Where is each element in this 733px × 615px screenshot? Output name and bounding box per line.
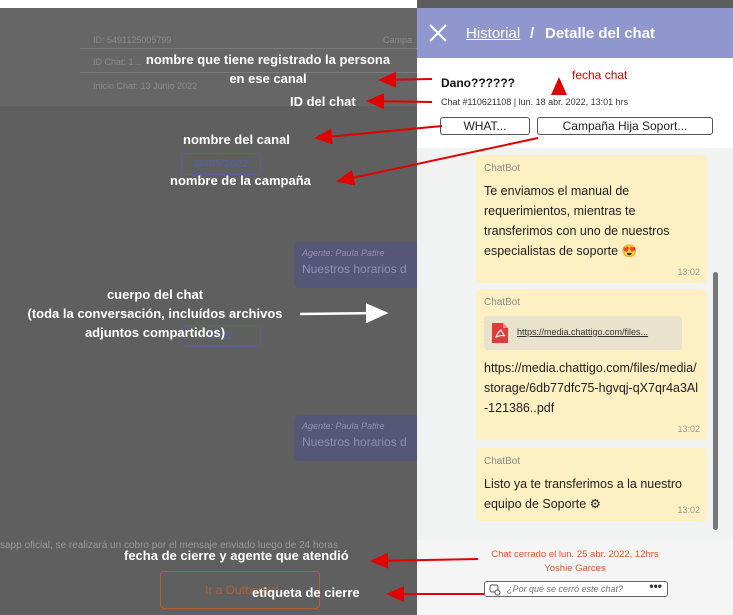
campaign-tag-button[interactable]: Campaña Hija Soport... [537,117,713,135]
annotation-chat-id: ID del chat [290,94,356,109]
message-text: Te enviamos el manual de requerimientos,… [484,184,670,258]
panel-header: Historial / Detalle del chat [417,8,733,58]
annotation-body: cuerpo del chat (toda la conversación, i… [27,287,283,340]
annotation-campaign: nombre de la campaña [170,173,311,188]
message-sender: ChatBot [484,297,521,308]
message-time: 13:02 [677,424,700,434]
message-bubble: ChatBot https://media.chattigo.com/files… [476,289,707,440]
file-attachment[interactable]: https://media.chattigo.com/files... [484,316,682,350]
bg-agent-bubble: Agente: Paula Patire Nuestros horarios d [294,242,417,288]
bg-bubble-text: Nuestros horarios d [302,435,407,449]
close-icon[interactable] [428,23,448,43]
pdf-file-icon [492,323,508,343]
message-time: 13:02 [677,505,700,515]
annotation-chat-date: fecha chat [572,68,628,82]
message-bubble: ChatBot Te enviamos el manual de requeri… [476,155,707,283]
messages-scrollbar[interactable] [713,272,718,530]
closing-tag-field[interactable]: ••• [484,579,668,597]
chat-id-and-date: Chat #110621108 | lun. 18 abr. 2022, 13:… [441,97,629,107]
contact-name: Dano?????? [441,76,515,90]
file-attachment-link[interactable]: https://media.chattigo.com/files... [517,327,648,337]
message-sender: ChatBot [484,456,521,467]
bg-meta-chat-id: ID Chat: 1... [93,57,142,67]
closing-tag-input[interactable] [507,583,637,595]
annotation-channel: nombre del canal [183,132,290,147]
annotation-close-tag: etiqueta de cierre [252,585,360,600]
breadcrumb-historial-link[interactable]: Historial [466,25,520,42]
page-title: Detalle del chat [545,25,656,42]
breadcrumb-separator: / [530,25,535,42]
message-text: Listo ya te transferimos a la nuestro eq… [484,477,683,511]
chat-closing-info: Chat cerrado el lun. 25 abr. 2022, 12hrs… [417,540,733,615]
message-text: https://media.chattigo.com/files/media/s… [484,361,699,415]
bg-bubble-agent: Agente: Paula Patire [302,248,385,258]
bg-bubble-text: Nuestros horarios d [302,262,407,276]
chat-detail-panel: Historial / Detalle del chat Dano?????? … [417,8,733,615]
bg-meta-campaign: Campa [383,35,413,45]
more-options-icon[interactable]: ••• [649,579,662,593]
bg-agent-bubble: Agente: Paula Patire Nuestros horarios d [294,415,417,461]
message-sender: ChatBot [484,163,521,174]
bg-divider [80,48,417,49]
message-bubble: ChatBot Listo ya te transferimos a la nu… [476,448,707,521]
tag-chat-icon [489,584,501,596]
closed-date: Chat cerrado el lun. 25 abr. 2022, 12hrs [491,549,659,560]
annotation-person-name: nombre que tiene registrado la persona e… [145,52,391,86]
channel-tag-button[interactable]: WHAT... [440,117,530,135]
annotation-close-date: fecha de cierre y agente que atendió [124,548,349,563]
bg-meta-id: ID: 5491125005799 [93,35,172,45]
closing-agent: Yoshie Garces [544,563,606,574]
bg-bubble-agent: Agente: Paula Patire [302,421,385,431]
message-time: 13:02 [677,267,700,277]
chat-messages[interactable]: ChatBot Te enviamos el manual de requeri… [417,148,733,540]
bg-top-strip [0,0,417,8]
